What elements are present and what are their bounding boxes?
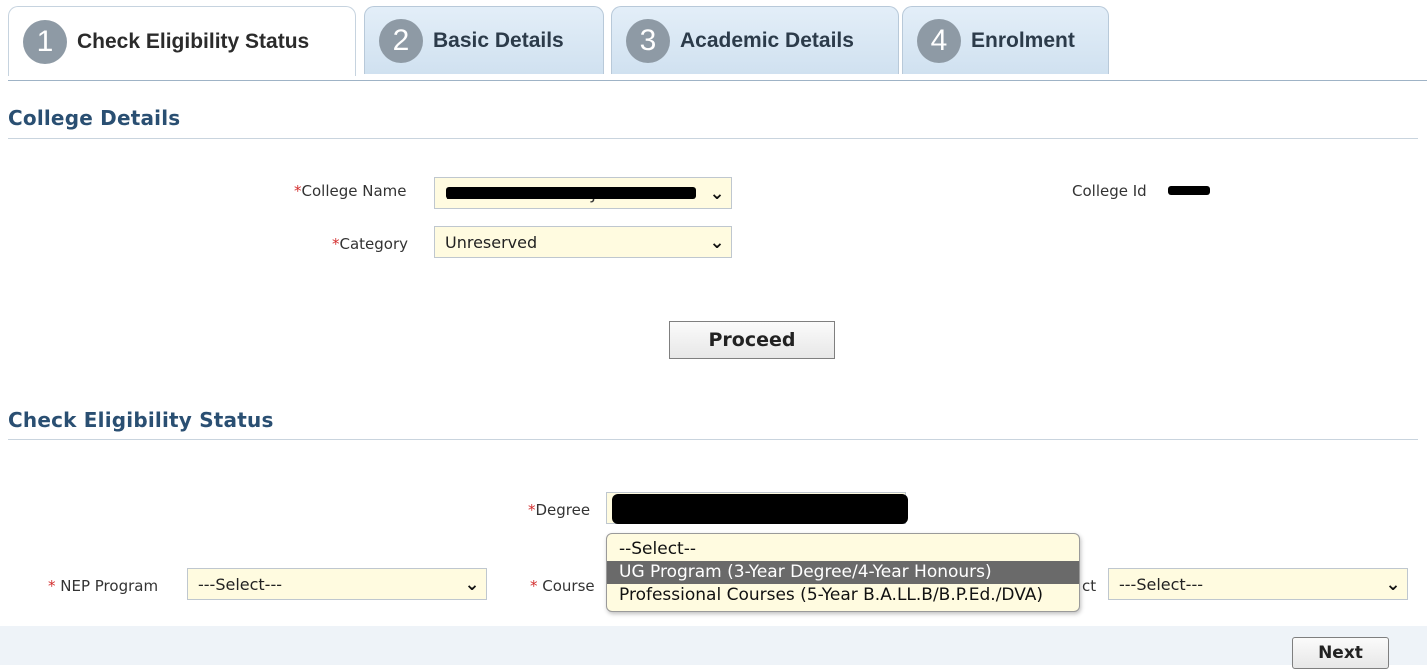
tabs-baseline xyxy=(8,80,1427,81)
divider xyxy=(8,439,1418,440)
college-name-label: *College Name xyxy=(294,182,407,200)
dropdown-option-select[interactable]: --Select-- xyxy=(607,538,1079,561)
redaction-mark xyxy=(446,187,696,199)
college-details-heading: College Details xyxy=(8,106,181,130)
check-eligibility-heading: Check Eligibility Status xyxy=(8,408,274,432)
dropdown-option-professional-courses[interactable]: Professional Courses (5-Year B.A.LL.B/B.… xyxy=(607,584,1079,607)
subject-label-partial: ct xyxy=(1082,577,1097,595)
required-asterisk: * xyxy=(528,501,536,519)
chevron-down-icon: ⌄ xyxy=(709,182,725,204)
dropdown-option-ug-program[interactable]: UG Program (3-Year Degree/4-Year Honours… xyxy=(607,561,1079,584)
chevron-down-icon: ⌄ xyxy=(709,231,725,253)
required-asterisk: * xyxy=(530,577,538,595)
degree-label: *Degree xyxy=(528,501,591,519)
step-4-badge: 4 xyxy=(917,18,961,63)
required-asterisk: * xyxy=(332,235,340,253)
tab-enrolment[interactable]: 4 Enrolment xyxy=(902,6,1109,74)
step-1-badge: 1 xyxy=(23,19,67,64)
footer-bar xyxy=(0,626,1427,665)
college-id-label: College Id xyxy=(1072,182,1147,200)
chevron-down-icon: ⌄ xyxy=(464,573,480,595)
tab-label: Enrolment xyxy=(971,28,1075,52)
next-button[interactable]: Next xyxy=(1292,637,1389,669)
wizard-tabs: 1 Check Eligibility Status 2 Basic Detai… xyxy=(8,6,1427,81)
redaction-mark xyxy=(612,494,908,524)
tab-label: Academic Details xyxy=(680,28,854,52)
tab-check-eligibility-status[interactable]: 1 Check Eligibility Status xyxy=(8,6,356,76)
category-label: *Category xyxy=(332,235,409,253)
degree-dropdown-list: --Select-- UG Program (3-Year Degree/4-Y… xyxy=(606,533,1080,612)
tab-basic-details[interactable]: 2 Basic Details xyxy=(364,6,604,74)
nep-program-value: ---Select--- xyxy=(198,574,282,594)
step-2-badge: 2 xyxy=(379,18,423,63)
proceed-button[interactable]: Proceed xyxy=(669,321,835,359)
subject-value: ---Select--- xyxy=(1119,574,1203,594)
redaction-mark xyxy=(1168,186,1210,195)
tab-label: Basic Details xyxy=(433,28,564,52)
required-asterisk: * xyxy=(48,577,56,595)
category-value: Unreserved xyxy=(445,232,538,252)
nep-program-label: * NEP Program xyxy=(48,577,159,595)
category-select[interactable]: Unreserved ⌄ xyxy=(434,226,732,258)
subject-select[interactable]: ---Select--- ⌄ xyxy=(1108,568,1408,600)
nep-program-select[interactable]: ---Select--- ⌄ xyxy=(187,568,487,600)
tab-academic-details[interactable]: 3 Academic Details xyxy=(611,6,899,74)
step-3-badge: 3 xyxy=(626,18,670,63)
divider xyxy=(8,138,1418,139)
required-asterisk: * xyxy=(294,182,302,200)
chevron-down-icon: ⌄ xyxy=(1385,573,1401,595)
tab-label: Check Eligibility Status xyxy=(77,29,310,53)
course-label: * Course xyxy=(530,577,595,595)
